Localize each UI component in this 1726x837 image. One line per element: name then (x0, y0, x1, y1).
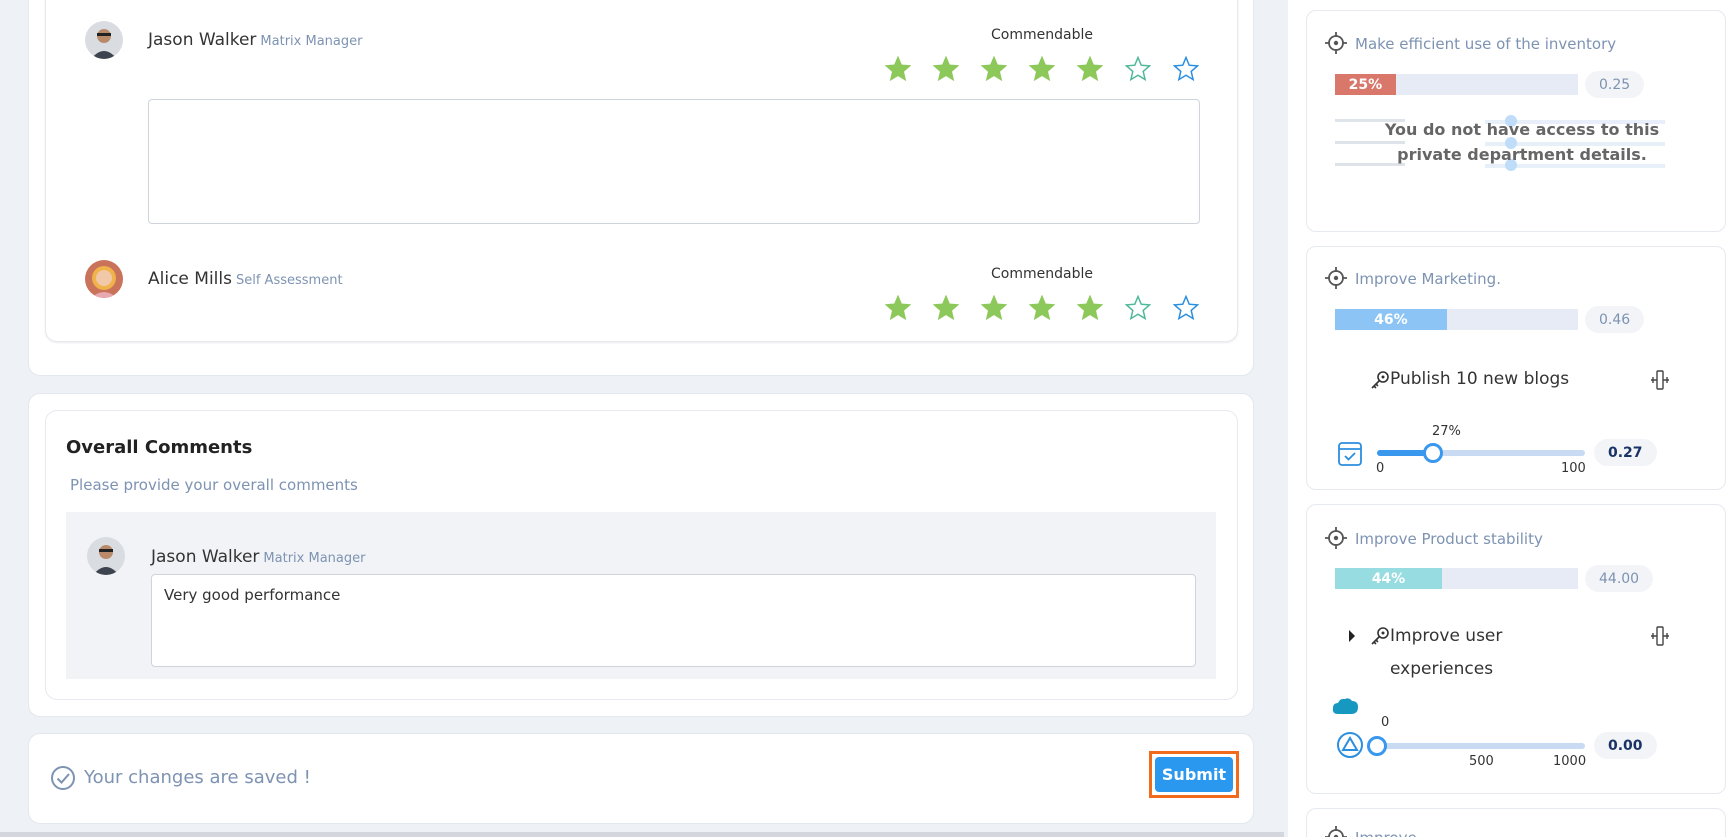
target-icon (1325, 32, 1347, 54)
key-result-slider[interactable] (1367, 736, 1585, 756)
goal-title[interactable]: Improve Marketing. (1355, 270, 1501, 288)
caret-right-icon[interactable] (1347, 629, 1357, 643)
star-empty-icon[interactable] (1125, 295, 1151, 321)
slider-mid-label: 500 (1469, 754, 1494, 769)
star-filled-icon[interactable] (1077, 295, 1103, 321)
target-icon (1325, 267, 1347, 289)
goal-progress-bar: 44% (1335, 568, 1578, 589)
check-circle-icon (51, 766, 75, 790)
goal-card: Improve ... (1306, 808, 1726, 837)
key-result-value: 0.27 (1594, 439, 1657, 466)
slider-current-label: 0 (1381, 715, 1390, 730)
submit-highlight: Submit (1149, 751, 1239, 798)
goal-progress-bar: 25% (1335, 74, 1578, 95)
commenter-name: Jason Walker Matrix Manager (151, 547, 365, 567)
goal-value: 0.46 (1585, 306, 1645, 333)
goal-title[interactable]: Make efficient use of the inventory (1355, 35, 1616, 53)
sidebar-divider (1284, 0, 1288, 837)
star-filled-icon[interactable] (1029, 295, 1055, 321)
key-icon (1371, 627, 1389, 645)
star-filled-icon[interactable] (981, 295, 1007, 321)
commenter-role: Matrix Manager (263, 551, 366, 566)
checklist-icon (1338, 442, 1362, 466)
overall-comment-input[interactable]: Very good performance (151, 574, 1196, 667)
star-rating[interactable] (885, 295, 1199, 321)
goals-sidebar: Make efficient use of the inventory 25% … (1288, 0, 1726, 837)
goal-progress-fill: 46% (1335, 309, 1447, 330)
rating-label: Commendable (991, 266, 1093, 282)
goal-card: Make efficient use of the inventory 25% … (1306, 10, 1726, 232)
reviewer-name-text: Alice Mills (148, 269, 232, 289)
goal-progress-fill: 44% (1335, 568, 1442, 589)
star-empty-icon[interactable] (1125, 56, 1151, 82)
reviewer-role: Matrix Manager (260, 34, 363, 49)
key-icon (1371, 371, 1389, 389)
key-result-value: 0.00 (1594, 732, 1657, 759)
goal-progress-fill: 25% (1335, 74, 1396, 95)
avatar (87, 537, 125, 575)
overall-comments-subtitle: Please provide your overall comments (70, 476, 358, 494)
weight-adjust-icon[interactable] (1650, 626, 1670, 646)
key-result-slider[interactable] (1377, 443, 1585, 463)
goal-value: 44.00 (1585, 565, 1654, 592)
goal-title[interactable]: Improve Product stability (1355, 530, 1543, 548)
commenter-name-text: Jason Walker (151, 547, 260, 567)
rating-label: Commendable (991, 27, 1093, 43)
reviewer-name: Alice Mills Self Assessment (148, 269, 343, 289)
star-empty-icon[interactable] (1173, 295, 1199, 321)
private-access-message: You do not have access to this private d… (1384, 120, 1660, 164)
star-filled-icon[interactable] (885, 56, 911, 82)
slider-max-label: 1000 (1553, 754, 1587, 769)
goal-title[interactable]: Improve ... (1355, 829, 1436, 837)
goal-card: Improve Marketing. 46% 0.46 Publish 10 n… (1306, 246, 1726, 490)
review-comment-input[interactable] (148, 99, 1200, 224)
slider-handle[interactable] (1423, 443, 1444, 463)
overall-comments-title: Overall Comments (66, 437, 253, 458)
slider-handle[interactable] (1367, 736, 1387, 756)
target-icon (1325, 527, 1347, 549)
star-filled-icon[interactable] (933, 295, 959, 321)
avatar (85, 260, 123, 298)
star-filled-icon[interactable] (1077, 56, 1103, 82)
goal-progress-bar: 46% (1335, 309, 1578, 330)
saved-message: Your changes are saved ! (84, 767, 311, 788)
slider-current-label: 27% (1432, 424, 1461, 439)
salesforce-icon (1332, 698, 1358, 714)
goal-card: Improve Product stability 44% 44.00 Impr… (1306, 504, 1726, 794)
slider-min-label: 0 (1376, 461, 1385, 476)
target-icon (1325, 826, 1347, 837)
star-filled-icon[interactable] (933, 56, 959, 82)
star-filled-icon[interactable] (1029, 56, 1055, 82)
star-filled-icon[interactable] (981, 56, 1007, 82)
star-filled-icon[interactable] (885, 295, 911, 321)
avatar (85, 21, 123, 59)
submit-button[interactable]: Submit (1155, 757, 1233, 792)
weight-adjust-icon[interactable] (1650, 370, 1670, 390)
reviewer-name: Jason Walker Matrix Manager (148, 30, 362, 50)
key-result-title[interactable]: Improve user experiences (1390, 620, 1540, 686)
delta-circle-icon (1337, 732, 1363, 758)
slider-max-label: 100 (1561, 461, 1586, 476)
goal-value: 0.25 (1585, 71, 1645, 98)
reviewer-name-text: Jason Walker (148, 30, 257, 50)
star-empty-icon[interactable] (1173, 56, 1199, 82)
star-rating[interactable] (885, 56, 1199, 82)
key-result-title[interactable]: Publish 10 new blogs (1390, 363, 1569, 396)
reviewer-role: Self Assessment (235, 273, 343, 288)
